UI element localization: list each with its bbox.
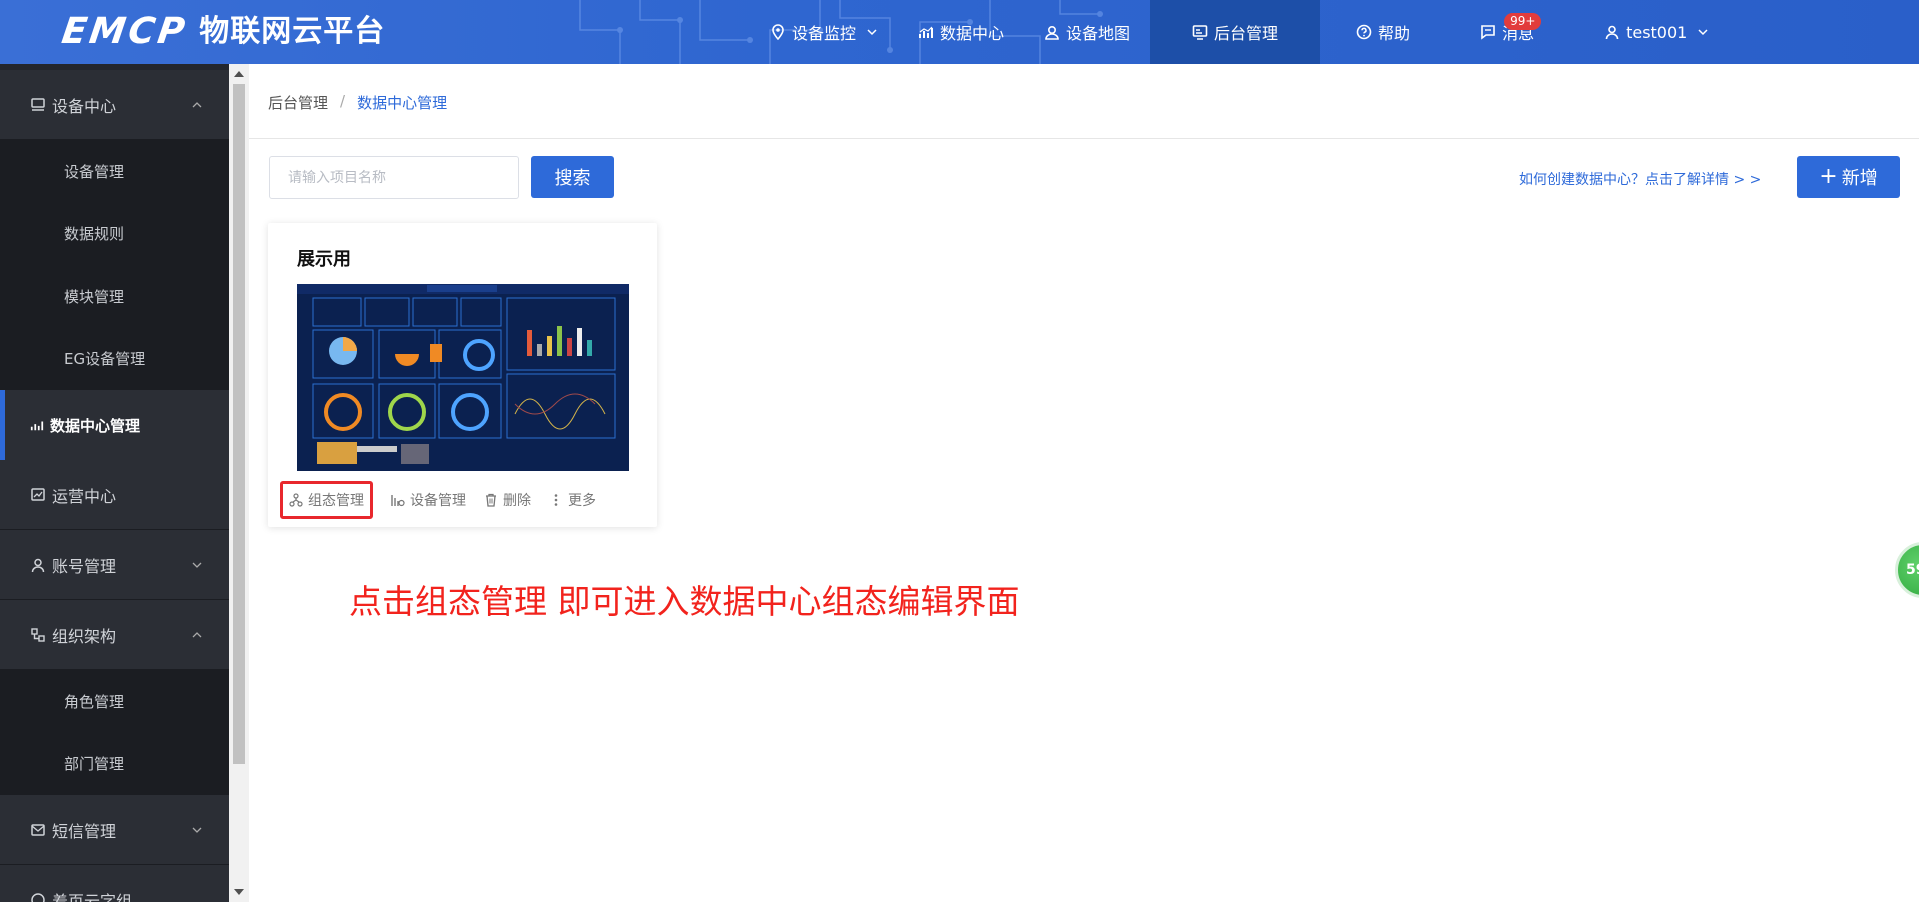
sidebar-item-module-management[interactable]: 模块管理 bbox=[0, 265, 229, 328]
nav-device-monitor[interactable]: 设备监控 bbox=[750, 0, 898, 64]
sidebar-item-department-management[interactable]: 部门管理 bbox=[0, 732, 229, 795]
breadcrumb-current: 数据中心管理 bbox=[357, 94, 448, 112]
map-user-icon bbox=[1045, 25, 1059, 40]
sidebar-group-label: 账号管理 bbox=[52, 556, 117, 576]
divider bbox=[249, 138, 1919, 139]
sidebar: 设备中心 设备管理 数据规则 模块管理 EG设备管理 数据中心管理 运营中心 账… bbox=[0, 64, 229, 902]
dashboard-thumbnail[interactable] bbox=[297, 284, 629, 471]
nav-label: 帮助 bbox=[1378, 24, 1411, 43]
user-icon bbox=[31, 558, 45, 572]
more-label: 更多 bbox=[568, 493, 596, 509]
add-button[interactable]: + 新增 bbox=[1797, 156, 1900, 198]
more-vertical-icon bbox=[554, 494, 558, 506]
sidebar-group-label: 运营中心 bbox=[52, 486, 117, 506]
plus-icon: + bbox=[1819, 164, 1838, 189]
nav-label: 数据中心 bbox=[940, 24, 1005, 43]
project-card-title: 展示用 bbox=[297, 249, 351, 270]
scroll-up-arrow-icon[interactable] bbox=[234, 71, 244, 77]
sidebar-group-label: 设备中心 bbox=[52, 96, 117, 116]
sidebar-item-data-rules[interactable]: 数据规则 bbox=[0, 202, 229, 265]
nav-device-map[interactable]: 设备地图 bbox=[1024, 0, 1150, 64]
page-icon bbox=[31, 892, 45, 902]
chevron-down-icon bbox=[1698, 29, 1708, 36]
chevron-up-icon bbox=[192, 632, 202, 638]
project-search-input[interactable] bbox=[269, 156, 519, 199]
sidebar-item-label: 设备管理 bbox=[64, 162, 125, 181]
sidebar-item-device-management[interactable]: 设备管理 bbox=[0, 140, 229, 203]
sidebar-item-label: 数据规则 bbox=[64, 225, 125, 244]
nav-label: 设备地图 bbox=[1066, 24, 1131, 43]
nav-help[interactable]: 帮助 bbox=[1336, 0, 1430, 64]
help-create-data-center-link[interactable]: 如何创建数据中心？点击了解详情 > > bbox=[1519, 169, 1761, 189]
sidebar-item-eg-device-management[interactable]: EG设备管理 bbox=[0, 327, 229, 390]
config-management-label: 组态管理 bbox=[308, 493, 364, 509]
sidebar-item-label: 模块管理 bbox=[64, 287, 125, 306]
top-navbar: EMCP 物联网云平台 设备监控 数据中心 设备地图 后台管理 帮助 消息 99… bbox=[0, 0, 1919, 64]
scroll-down-arrow-icon[interactable] bbox=[234, 889, 244, 895]
admin-icon bbox=[1192, 25, 1208, 40]
chevron-up-icon bbox=[192, 102, 202, 108]
device-icon bbox=[31, 97, 45, 111]
platform-name: 物联网云平台 bbox=[199, 14, 386, 49]
sidebar-scrollbar[interactable] bbox=[229, 64, 249, 902]
message-count-badge: 99+ bbox=[1504, 13, 1542, 30]
chart-icon bbox=[30, 421, 44, 431]
nav-user-menu[interactable]: test001 bbox=[1584, 0, 1729, 64]
search-button[interactable]: 搜索 bbox=[531, 156, 614, 198]
sidebar-group-label: 着页云字组 bbox=[52, 891, 133, 902]
sidebar-group-account-management[interactable]: 账号管理 bbox=[0, 530, 229, 600]
topology-icon bbox=[289, 493, 303, 507]
sidebar-group-label: 组织架构 bbox=[52, 626, 117, 646]
username: test001 bbox=[1626, 22, 1688, 42]
help-icon bbox=[1356, 24, 1372, 40]
nav-label: 设备监控 bbox=[792, 24, 857, 43]
breadcrumb: 后台管理 / 数据中心管理 bbox=[268, 92, 447, 113]
message-icon bbox=[1481, 25, 1495, 40]
trash-icon bbox=[486, 493, 496, 507]
sidebar-item-label: 部门管理 bbox=[64, 755, 125, 774]
sidebar-group-partial[interactable]: 着页云字组 bbox=[0, 865, 229, 902]
nav-data-center[interactable]: 数据中心 bbox=[898, 0, 1024, 64]
brand-logo[interactable]: EMCP 物联网云平台 bbox=[59, 11, 386, 52]
nav-admin[interactable]: 后台管理 bbox=[1150, 0, 1321, 64]
device-settings-icon bbox=[391, 495, 405, 507]
add-button-label: 新增 bbox=[1841, 168, 1878, 189]
sidebar-item-label: EG设备管理 bbox=[64, 350, 146, 369]
breadcrumb-separator: / bbox=[340, 92, 346, 110]
sidebar-item-label: 角色管理 bbox=[64, 692, 125, 711]
card-actions: 组态管理 设备管理 删除 更多 bbox=[280, 481, 646, 519]
chart-icon bbox=[919, 26, 934, 38]
project-card[interactable]: 展示用 组态管理 设备管理 删除 更多 bbox=[268, 223, 657, 527]
scrollbar-thumb[interactable] bbox=[233, 84, 245, 764]
config-management-button[interactable]: 组态管理 bbox=[280, 481, 373, 519]
device-management-label: 设备管理 bbox=[410, 493, 466, 509]
sidebar-group-org-structure[interactable]: 组织架构 bbox=[0, 600, 229, 670]
sidebar-item-label: 数据中心管理 bbox=[50, 416, 141, 435]
sidebar-item-data-center-management[interactable]: 数据中心管理 bbox=[0, 390, 229, 460]
more-button[interactable]: 更多 bbox=[549, 481, 596, 519]
operations-chart-icon bbox=[31, 487, 45, 501]
logo-wordmark: EMCP bbox=[59, 11, 191, 52]
device-management-button[interactable]: 设备管理 bbox=[391, 481, 466, 519]
main-nav: 设备监控 数据中心 设备地图 后台管理 帮助 消息 99+ test001 bbox=[750, 0, 1729, 64]
sidebar-group-label: 短信管理 bbox=[52, 821, 117, 841]
floating-status-badge[interactable]: 59 bbox=[1895, 542, 1919, 598]
chevron-down-icon bbox=[192, 827, 202, 833]
chevron-down-icon bbox=[192, 562, 202, 568]
instruction-annotation: 点击组态管理 即可进入数据中心组态编辑界面 bbox=[349, 582, 1020, 621]
sidebar-item-role-management[interactable]: 角色管理 bbox=[0, 670, 229, 733]
org-tree-icon bbox=[31, 627, 45, 642]
sidebar-group-sms-management[interactable]: 短信管理 bbox=[0, 795, 229, 865]
delete-label: 删除 bbox=[503, 493, 531, 509]
mail-icon bbox=[31, 823, 45, 836]
location-pin-icon bbox=[772, 24, 784, 40]
sidebar-group-device-center[interactable]: 设备中心 bbox=[0, 70, 229, 140]
nav-label: 后台管理 bbox=[1214, 24, 1279, 43]
user-icon bbox=[1605, 25, 1619, 40]
nav-messages[interactable]: 消息 99+ bbox=[1460, 0, 1554, 64]
sidebar-group-operation-center[interactable]: 运营中心 bbox=[0, 460, 229, 530]
delete-button[interactable]: 删除 bbox=[484, 481, 531, 519]
chevron-down-icon bbox=[867, 29, 877, 36]
breadcrumb-root[interactable]: 后台管理 bbox=[268, 92, 328, 113]
